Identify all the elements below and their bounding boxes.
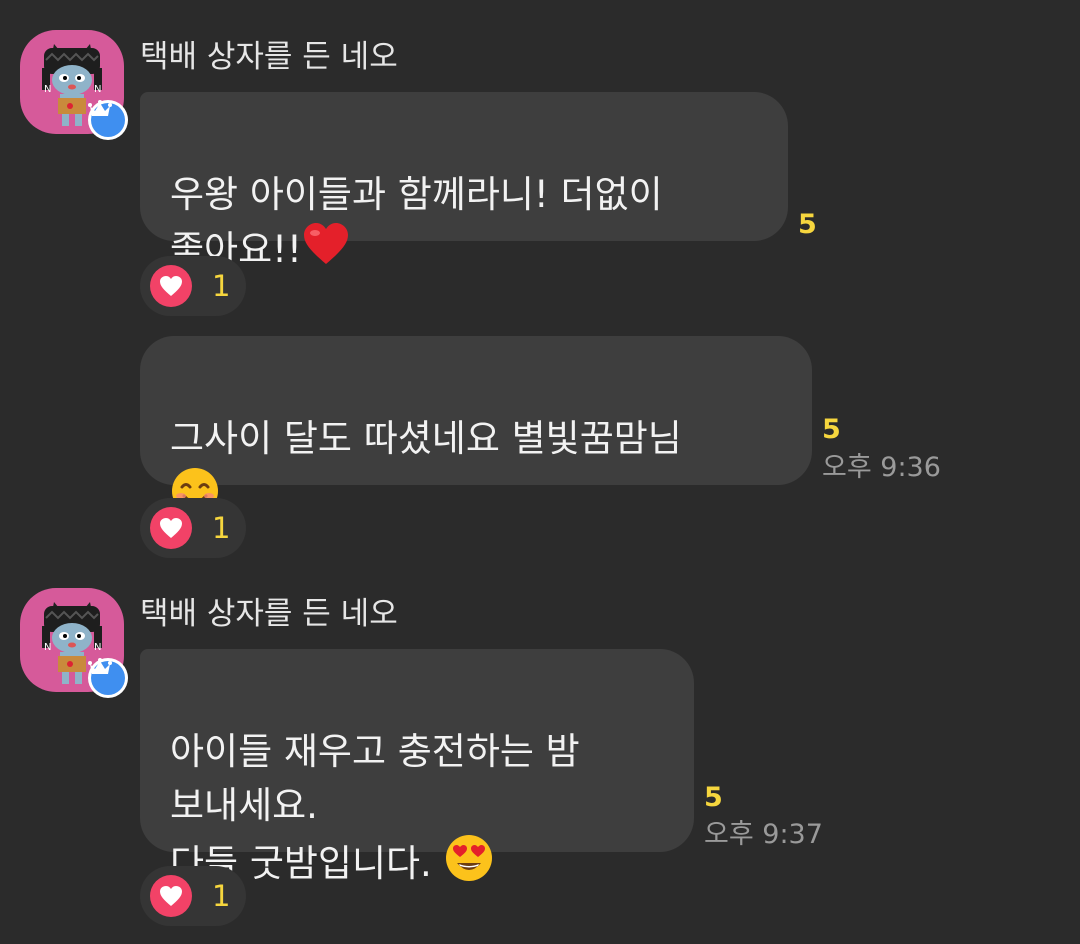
reaction-chip[interactable]: 1	[140, 866, 246, 926]
heart-eyes-emoji-icon	[444, 833, 494, 898]
message-bubble[interactable]: 우왕 아이들과 함께라니! 더없이 좋아요!!	[140, 92, 788, 271]
reaction-chip[interactable]: 1	[140, 498, 246, 558]
crown-badge	[88, 100, 128, 140]
svg-text:N: N	[44, 642, 51, 653]
svg-text:N: N	[94, 84, 101, 95]
unread-count: 5	[798, 209, 817, 240]
message-time: 오후 9:36	[822, 452, 941, 483]
reaction-count: 1	[212, 269, 231, 303]
message-text: 아이들 재우고 충전하는 밤 보내세요. 다들 굿밤입니다.	[170, 730, 580, 885]
message-bubble[interactable]: 그사이 달도 따셨네요 별빛꿈맘님	[140, 336, 812, 514]
sender-avatar[interactable]: N N	[20, 588, 128, 698]
message-text: 우왕 아이들과 함께라니! 더없이 좋아요!!	[170, 173, 663, 271]
crown-icon	[88, 100, 112, 116]
heart-icon	[150, 265, 192, 307]
heart-icon	[150, 875, 192, 917]
svg-text:N: N	[44, 84, 51, 95]
reaction-chip[interactable]: 1	[140, 256, 246, 316]
message-time: 오후 9:37	[704, 819, 823, 850]
sender-name: 택배 상자를 든 네오	[140, 39, 398, 75]
unread-count: 5	[822, 414, 841, 445]
unread-count: 5	[704, 782, 723, 813]
chat-room: N N 택배 상자를 든 네오 우왕 아이들과 함께라니! 더없이 좋아요!! …	[0, 0, 1080, 944]
crown-icon	[88, 658, 112, 674]
svg-text:N: N	[94, 642, 101, 653]
sender-name: 택배 상자를 든 네오	[140, 596, 398, 632]
crown-badge	[88, 658, 128, 698]
message-bubble[interactable]: 아이들 재우고 충전하는 밤 보내세요. 다들 굿밤입니다.	[140, 649, 694, 885]
message-text: 그사이 달도 따셨네요 별빛꿈맘님	[170, 417, 682, 460]
reaction-count: 1	[212, 879, 231, 913]
red-heart-emoji-icon	[302, 222, 350, 281]
sender-avatar[interactable]: N N	[20, 30, 128, 140]
heart-icon	[150, 507, 192, 549]
reaction-count: 1	[212, 511, 231, 545]
